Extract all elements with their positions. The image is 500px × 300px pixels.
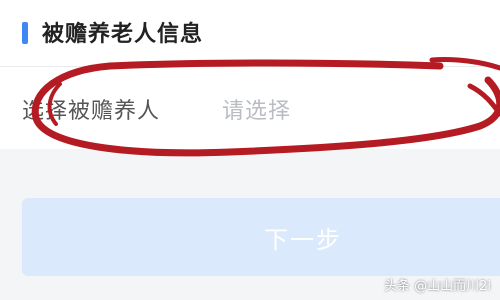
section-title: 被赡养老人信息 [42, 22, 204, 47]
dependent-selector-row[interactable]: 选择被赡养人 请选择 [0, 67, 500, 149]
next-step-button[interactable]: 下一步 [22, 198, 500, 276]
dependent-selector-placeholder[interactable]: 请选择 [222, 93, 291, 125]
section-accent-bar [22, 22, 28, 44]
next-step-label: 下一步 [264, 225, 342, 254]
watermark: 头条 @山山而川2i [384, 279, 492, 294]
dependent-selector-label: 选择被赡养人 [22, 99, 161, 124]
section-header: 被赡养老人信息 [0, 0, 500, 66]
